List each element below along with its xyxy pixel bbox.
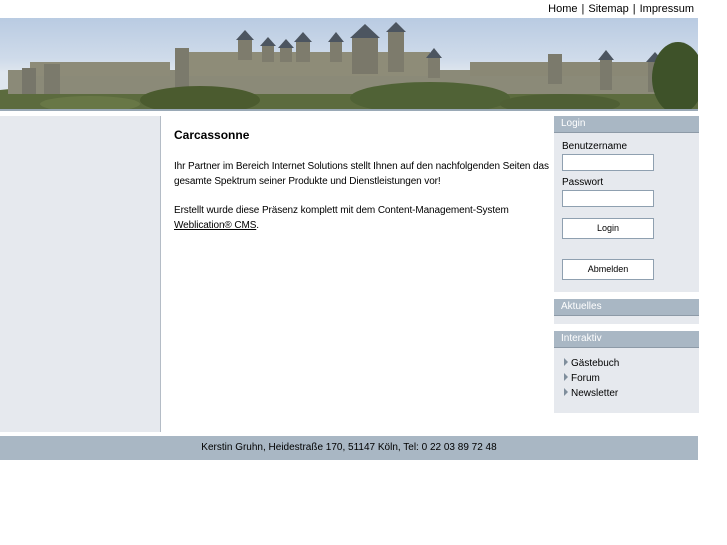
interactive-panel: Interaktiv Gästebuch Forum Newsletter bbox=[554, 331, 699, 413]
arrow-right-icon bbox=[564, 373, 568, 381]
top-navigation: Home | Sitemap | Impressum bbox=[548, 3, 694, 15]
newsletter-link[interactable]: Newsletter bbox=[564, 386, 699, 401]
header-banner-image bbox=[0, 18, 698, 109]
password-label: Passwort bbox=[562, 177, 604, 188]
news-panel-header: Aktuelles bbox=[554, 299, 699, 316]
home-link[interactable]: Home bbox=[548, 3, 577, 15]
guestbook-label: Gästebuch bbox=[571, 358, 620, 369]
forum-link[interactable]: Forum bbox=[564, 371, 699, 386]
newsletter-label: Newsletter bbox=[571, 388, 619, 399]
login-panel-header: Login bbox=[554, 116, 699, 133]
left-sidebar bbox=[0, 116, 161, 432]
sitemap-link[interactable]: Sitemap bbox=[588, 3, 628, 15]
forum-label: Forum bbox=[571, 373, 600, 384]
castle-illustration bbox=[0, 22, 698, 109]
footer-contact: Kerstin Gruhn, Heidestraße 170, 51147 Kö… bbox=[0, 436, 698, 460]
cms-text: Erstellt wurde diese Präsenz komplett mi… bbox=[174, 205, 509, 216]
interactive-links: Gästebuch Forum Newsletter bbox=[554, 348, 699, 401]
arrow-right-icon bbox=[564, 358, 568, 366]
password-input[interactable] bbox=[562, 190, 654, 207]
main-content: Carcassonne Ihr Partner im Bereich Inter… bbox=[174, 116, 554, 247]
nav-separator: | bbox=[632, 3, 636, 15]
interactive-panel-header: Interaktiv bbox=[554, 331, 699, 348]
arrow-right-icon bbox=[564, 388, 568, 396]
username-label: Benutzername bbox=[562, 141, 628, 152]
username-input[interactable] bbox=[562, 154, 654, 171]
news-panel: Aktuelles bbox=[554, 299, 699, 324]
impressum-link[interactable]: Impressum bbox=[640, 3, 694, 15]
logout-button[interactable]: Abmelden bbox=[562, 259, 654, 280]
cms-text-suffix: . bbox=[256, 220, 259, 231]
intro-paragraph: Ihr Partner im Bereich Internet Solution… bbox=[174, 161, 549, 187]
login-button[interactable]: Login bbox=[562, 218, 654, 239]
nav-separator: | bbox=[581, 3, 585, 15]
weblication-cms-link[interactable]: Weblication® CMS bbox=[174, 220, 256, 231]
login-panel: Login Benutzername Passwort Login Abmeld… bbox=[554, 116, 699, 292]
cms-paragraph: Erstellt wurde diese Präsenz komplett mi… bbox=[174, 203, 554, 233]
guestbook-link[interactable]: Gästebuch bbox=[564, 356, 699, 371]
banner-divider bbox=[0, 109, 698, 111]
page-title: Carcassonne bbox=[174, 128, 250, 142]
